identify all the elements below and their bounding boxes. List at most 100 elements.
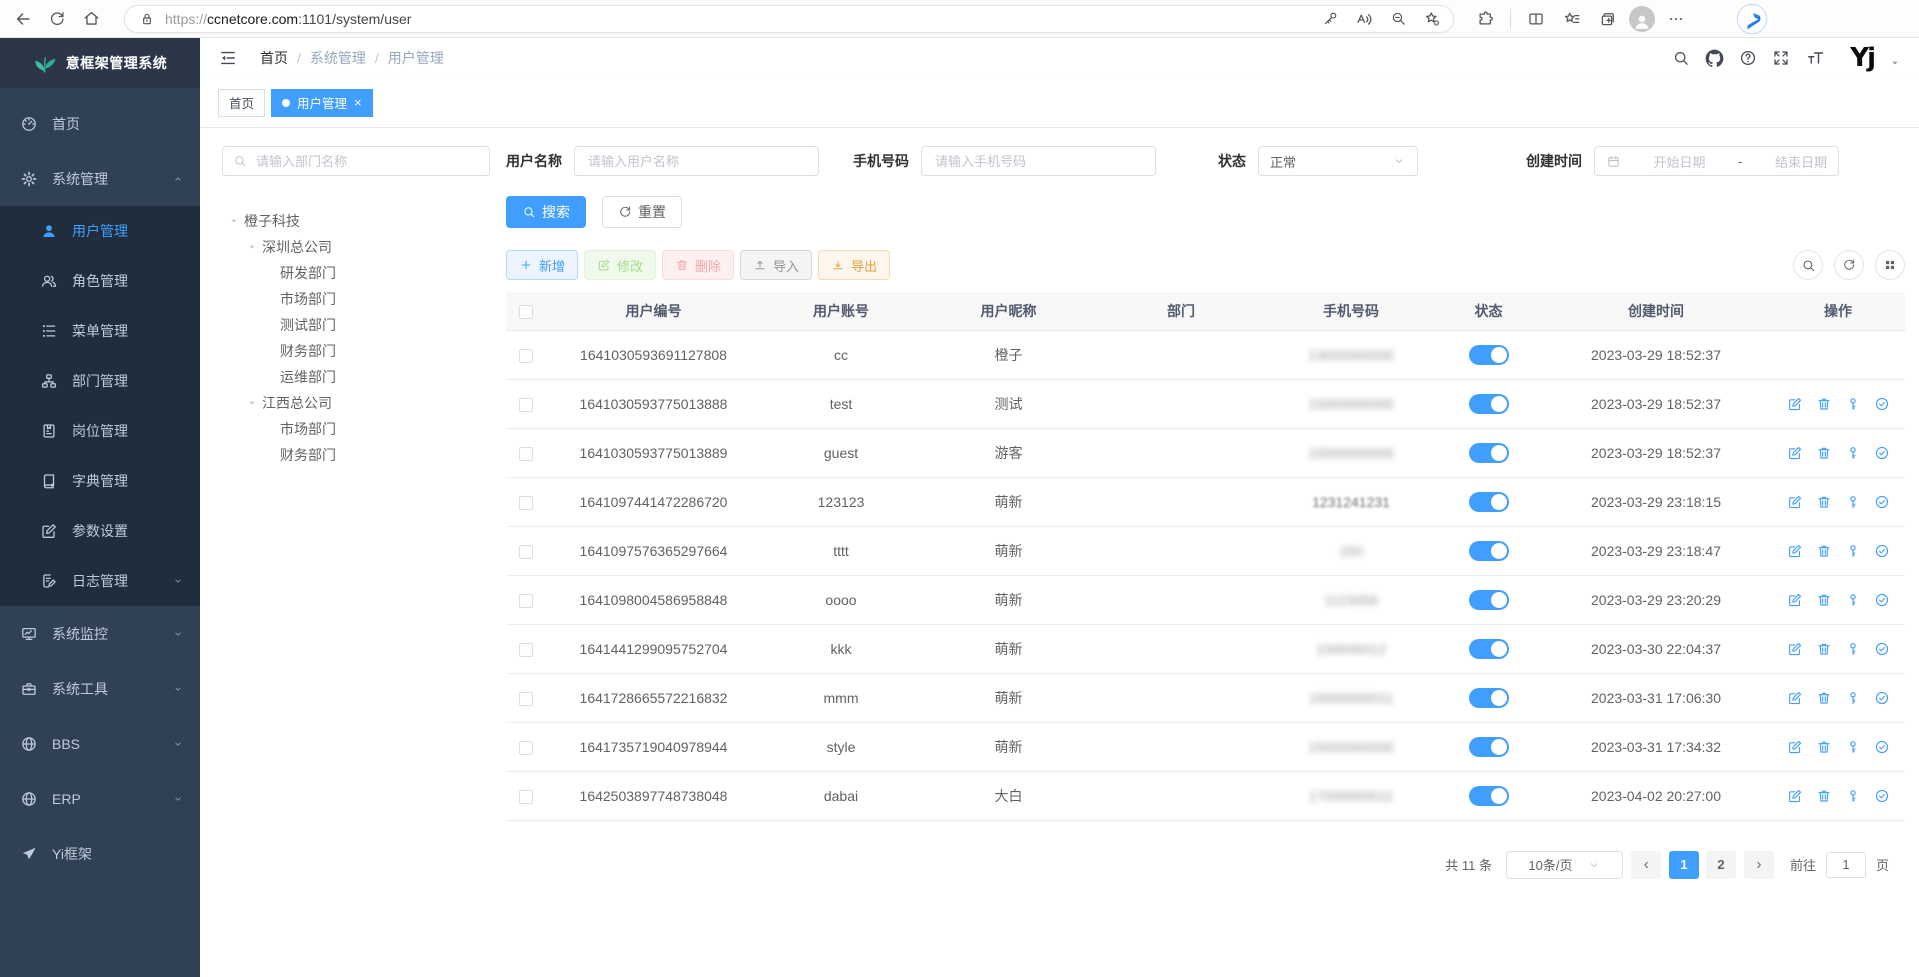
column-header-6[interactable]: 创建时间 bbox=[1541, 292, 1771, 330]
sidebar-item-4[interactable]: 菜单管理 bbox=[0, 306, 200, 356]
split-screen-button[interactable] bbox=[1521, 5, 1551, 33]
tab-0[interactable]: 首页 bbox=[218, 89, 265, 117]
header-search-button[interactable] bbox=[1672, 49, 1690, 67]
url-text[interactable]: https://ccnetcore.com:1101/system/user bbox=[165, 11, 1307, 27]
breadcrumb-item-0[interactable]: 首页 bbox=[260, 48, 288, 68]
import-button[interactable]: 导入 bbox=[740, 250, 812, 280]
edit-row-button[interactable] bbox=[1787, 494, 1803, 510]
row-checkbox[interactable] bbox=[519, 447, 533, 461]
username-input[interactable] bbox=[586, 153, 807, 170]
row-checkbox[interactable] bbox=[519, 349, 533, 363]
sidebar-item-7[interactable]: 字典管理 bbox=[0, 456, 200, 506]
sidebar-item-3[interactable]: 角色管理 bbox=[0, 256, 200, 306]
zoom-out-button[interactable] bbox=[1383, 5, 1413, 33]
status-toggle[interactable] bbox=[1469, 345, 1509, 365]
assign-role-button[interactable] bbox=[1874, 445, 1890, 461]
delete-row-button[interactable] bbox=[1816, 445, 1832, 461]
department-search-field[interactable] bbox=[222, 146, 490, 176]
page-size-select[interactable]: 10条/页 bbox=[1506, 851, 1623, 879]
column-header-0[interactable]: 用户编号 bbox=[546, 292, 761, 330]
created-date-range[interactable]: 开始日期 - 结束日期 bbox=[1594, 146, 1839, 176]
sidebar-item-13[interactable]: ERP bbox=[0, 771, 200, 826]
page-button-2[interactable]: 2 bbox=[1706, 851, 1736, 879]
fullscreen-button[interactable] bbox=[1772, 49, 1790, 67]
status-toggle[interactable] bbox=[1469, 394, 1509, 414]
sidebar-item-1[interactable]: 系统管理 bbox=[0, 151, 200, 206]
tree-node-6[interactable]: 运维部门 bbox=[222, 364, 490, 390]
browser-menu-button[interactable] bbox=[1661, 5, 1691, 33]
sidebar-item-9[interactable]: 日志管理 bbox=[0, 556, 200, 606]
collections-button[interactable] bbox=[1593, 5, 1623, 33]
status-toggle[interactable] bbox=[1469, 492, 1509, 512]
collapse-sidebar-button[interactable] bbox=[218, 48, 238, 68]
sidebar-item-6[interactable]: 岗位管理 bbox=[0, 406, 200, 456]
delete-row-button[interactable] bbox=[1816, 739, 1832, 755]
assign-role-button[interactable] bbox=[1874, 788, 1890, 804]
export-button[interactable]: 导出 bbox=[818, 250, 890, 280]
reset-password-button[interactable] bbox=[1845, 690, 1861, 706]
status-select[interactable]: 正常 bbox=[1258, 146, 1418, 176]
edit-row-button[interactable] bbox=[1787, 396, 1803, 412]
sidebar-item-8[interactable]: 参数设置 bbox=[0, 506, 200, 556]
column-header-2[interactable]: 用户昵称 bbox=[921, 292, 1096, 330]
next-page-button[interactable] bbox=[1744, 851, 1774, 879]
tree-node-9[interactable]: 财务部门 bbox=[222, 442, 490, 468]
status-toggle[interactable] bbox=[1469, 443, 1509, 463]
edit-row-button[interactable] bbox=[1787, 543, 1803, 559]
reset-password-button[interactable] bbox=[1845, 592, 1861, 608]
favorites-button[interactable] bbox=[1557, 5, 1587, 33]
row-checkbox[interactable] bbox=[519, 594, 533, 608]
status-toggle[interactable] bbox=[1469, 590, 1509, 610]
goto-page-input[interactable] bbox=[1826, 852, 1866, 878]
breadcrumb-item-1[interactable]: 系统管理 bbox=[310, 48, 366, 68]
edit-row-button[interactable] bbox=[1787, 592, 1803, 608]
column-header-5[interactable]: 状态 bbox=[1436, 292, 1541, 330]
column-header-3[interactable]: 部门 bbox=[1096, 292, 1266, 330]
extensions-button[interactable] bbox=[1470, 5, 1500, 33]
browser-home-button[interactable] bbox=[76, 5, 106, 33]
status-toggle[interactable] bbox=[1469, 737, 1509, 757]
sidebar-item-10[interactable]: 系统监控 bbox=[0, 606, 200, 661]
reset-password-button[interactable] bbox=[1845, 494, 1861, 510]
status-toggle[interactable] bbox=[1469, 639, 1509, 659]
row-checkbox[interactable] bbox=[519, 741, 533, 755]
row-checkbox[interactable] bbox=[519, 692, 533, 706]
add-favorite-button[interactable] bbox=[1417, 5, 1447, 33]
github-link-button[interactable] bbox=[1705, 49, 1724, 68]
username-field[interactable] bbox=[574, 146, 819, 176]
breadcrumb-item-2[interactable]: 用户管理 bbox=[388, 48, 444, 68]
sidebar-item-11[interactable]: 系统工具 bbox=[0, 661, 200, 716]
assign-role-button[interactable] bbox=[1874, 494, 1890, 510]
tree-node-1[interactable]: 深圳总公司 bbox=[222, 234, 490, 260]
tree-node-3[interactable]: 市场部门 bbox=[222, 286, 490, 312]
tab-1[interactable]: 用户管理× bbox=[271, 89, 373, 117]
bing-chat-button[interactable] bbox=[1735, 2, 1769, 36]
row-checkbox[interactable] bbox=[519, 398, 533, 412]
tree-node-7[interactable]: 江西总公司 bbox=[222, 390, 490, 416]
reset-password-button[interactable] bbox=[1845, 788, 1861, 804]
toggle-search-button[interactable] bbox=[1793, 250, 1823, 280]
edit-row-button[interactable] bbox=[1787, 788, 1803, 804]
delete-row-button[interactable] bbox=[1816, 641, 1832, 657]
password-key-button[interactable] bbox=[1315, 5, 1345, 33]
browser-back-button[interactable] bbox=[8, 5, 38, 33]
column-header-1[interactable]: 用户账号 bbox=[761, 292, 921, 330]
font-size-button[interactable] bbox=[1805, 48, 1825, 68]
sidebar-item-5[interactable]: 部门管理 bbox=[0, 356, 200, 406]
delete-row-button[interactable] bbox=[1816, 494, 1832, 510]
edit-row-button[interactable] bbox=[1787, 739, 1803, 755]
delete-row-button[interactable] bbox=[1816, 592, 1832, 608]
delete-row-button[interactable] bbox=[1816, 690, 1832, 706]
tree-node-5[interactable]: 财务部门 bbox=[222, 338, 490, 364]
edit-row-button[interactable] bbox=[1787, 445, 1803, 461]
reset-button[interactable]: 重置 bbox=[602, 196, 682, 228]
sidebar-item-12[interactable]: BBS bbox=[0, 716, 200, 771]
row-checkbox[interactable] bbox=[519, 496, 533, 510]
department-search-input[interactable] bbox=[254, 153, 479, 170]
tree-node-4[interactable]: 测试部门 bbox=[222, 312, 490, 338]
assign-role-button[interactable] bbox=[1874, 543, 1890, 559]
sidebar-item-0[interactable]: 首页 bbox=[0, 96, 200, 151]
delete-user-button[interactable]: 删除 bbox=[662, 250, 734, 280]
app-logo[interactable]: 意框架管理系统 bbox=[0, 38, 200, 88]
edit-row-button[interactable] bbox=[1787, 690, 1803, 706]
